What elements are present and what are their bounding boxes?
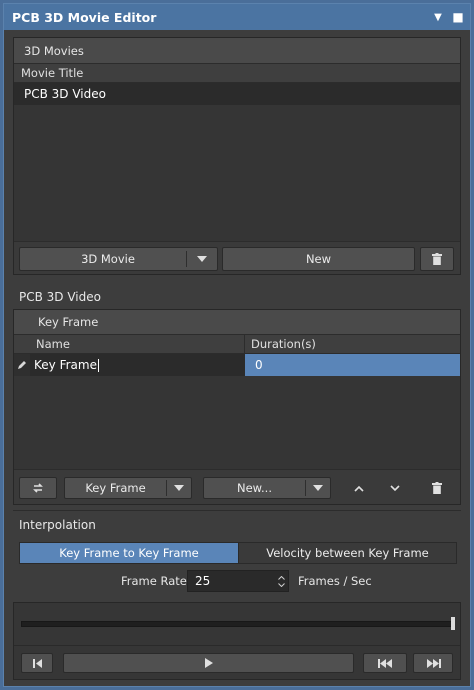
keyframe-group-label: Key Frame <box>38 315 99 329</box>
keyframe-duration-cell[interactable]: 0 <box>245 354 460 376</box>
keyframe-duration-value: 0 <box>255 358 263 372</box>
movie-title-column: Movie Title <box>21 66 84 80</box>
3d-movie-split-button[interactable]: 3D Movie <box>19 247 218 271</box>
skip-forward-icon <box>426 658 441 668</box>
dropdown-arrow-icon[interactable]: ▼ <box>430 12 446 23</box>
interpolation-section-label: Interpolation <box>19 518 96 532</box>
toggle-option-label: Velocity between Key Frame <box>266 546 429 560</box>
movie-list-item[interactable]: PCB 3D Video <box>14 83 460 105</box>
move-down-button[interactable] <box>380 477 410 499</box>
trash-icon <box>432 482 442 494</box>
pin-icon[interactable]: ■ <box>450 10 466 24</box>
delete-movie-button[interactable] <box>420 247 454 271</box>
video-section-label: PCB 3D Video <box>19 290 101 304</box>
chevron-down-icon <box>390 484 400 491</box>
movies-list-box: 3D Movies Movie Title PCB 3D Video 3D Mo… <box>13 37 461 275</box>
timeline-track[interactable] <box>21 621 453 627</box>
step-backward-button[interactable] <box>363 653 407 673</box>
key-frame-split-button[interactable]: Key Frame <box>64 477 192 499</box>
play-button[interactable] <box>63 653 354 673</box>
frame-rate-label: Frame Rate <box>121 574 187 588</box>
name-column-label: Name <box>36 337 70 351</box>
frame-rate-value: 25 <box>195 574 211 588</box>
text-caret <box>97 358 99 372</box>
new-keyframe-label: New... <box>237 481 272 495</box>
chevron-up-icon <box>354 485 364 492</box>
movie-item-label: PCB 3D Video <box>24 87 106 101</box>
go-to-start-button[interactable] <box>21 653 53 673</box>
name-column[interactable]: Name <box>14 335 245 353</box>
delete-keyframe-button[interactable] <box>422 477 452 499</box>
3d-movie-button-label: 3D Movie <box>81 252 135 266</box>
spin-arrows-icon[interactable] <box>274 575 288 587</box>
panel-title: PCB 3D Movie Editor <box>12 9 157 25</box>
new-movie-button[interactable]: New <box>222 247 415 271</box>
interpolation-divider <box>13 510 461 511</box>
key-frame-button-label: Key Frame <box>85 481 146 495</box>
refresh-button[interactable] <box>19 477 57 499</box>
playback-area <box>13 602 461 680</box>
movie-editor-panel: PCB 3D Movie Editor ▼ ■ 3D Movies Movie … <box>3 3 471 687</box>
step-forward-button[interactable] <box>413 653 453 673</box>
duration-column-label: Duration(s) <box>251 337 316 351</box>
keyframe-column-header: Name Duration(s) <box>14 334 460 354</box>
keyframe-row[interactable]: Key Frame 0 <box>14 354 460 376</box>
chevron-down-icon[interactable] <box>187 256 217 262</box>
movies-group-label: 3D Movies <box>24 43 84 58</box>
movies-column-header[interactable]: Movie Title <box>14 63 460 83</box>
keyframe-list-box: Key Frame Name Duration(s) Key Frame 0 K… <box>13 309 461 505</box>
timeline-handle[interactable] <box>451 617 455 630</box>
interpolation-toggle-group: Key Frame to Key Frame Velocity between … <box>19 542 457 564</box>
skip-to-start-icon <box>32 658 42 668</box>
toggle-key-frame-to-key-frame[interactable]: Key Frame to Key Frame <box>19 542 239 564</box>
keyframe-name-cell[interactable]: Key Frame <box>30 354 245 376</box>
refresh-arrows-icon <box>33 483 43 493</box>
movies-list-empty-area <box>14 105 460 234</box>
chevron-down-icon[interactable] <box>306 485 330 491</box>
duration-column[interactable]: Duration(s) <box>245 337 460 351</box>
toggle-velocity-between-key-frame[interactable]: Velocity between Key Frame <box>239 542 457 564</box>
toggle-option-label: Key Frame to Key Frame <box>59 546 199 560</box>
movies-group-header: 3D Movies <box>14 38 460 63</box>
play-icon <box>204 658 213 668</box>
playback-divider <box>14 645 460 646</box>
keyframe-group-header: Key Frame <box>14 310 460 334</box>
trash-icon <box>432 253 442 265</box>
title-bar: PCB 3D Movie Editor ▼ ■ <box>4 4 470 30</box>
keyframe-name-value: Key Frame <box>34 358 97 372</box>
new-movie-label: New <box>305 252 332 266</box>
chevron-down-icon[interactable] <box>167 485 191 491</box>
skip-back-icon <box>377 658 392 668</box>
frame-rate-spinbox[interactable]: 25 <box>187 570 289 592</box>
edit-pencil-icon <box>14 354 30 376</box>
frame-rate-unit: Frames / Sec <box>298 574 372 588</box>
new-keyframe-split-button[interactable]: New... <box>203 477 331 499</box>
keyframe-buttons-bar: Key Frame New... <box>14 469 460 504</box>
movies-button-bar: 3D Movie New <box>14 241 460 274</box>
move-up-button[interactable] <box>344 477 374 499</box>
